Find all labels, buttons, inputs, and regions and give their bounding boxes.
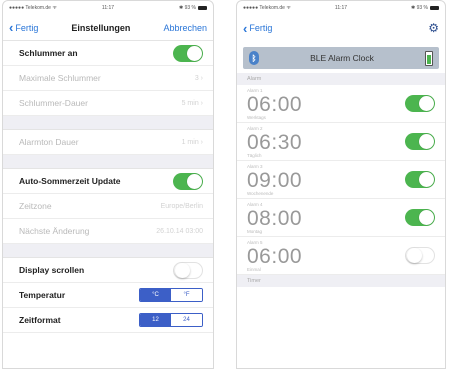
alarm-row[interactable]: Alarm 1 06:00 Werktags — [237, 85, 445, 123]
alarm-label: Alarm 4 — [247, 202, 263, 207]
settings-row-snooze-duration[interactable]: Schlummer-Dauer 5 min › — [3, 91, 213, 116]
row-label: Zeitzone — [19, 201, 52, 211]
time-format-segmented-control: 12 24 — [139, 313, 203, 327]
alarm-list-screen: ●●●●● Telekom.de ᯤ 11:17 ✱ 93 % ‹ Fertig … — [236, 0, 446, 369]
settings-screen: ●●●●● Telekom.de ᯤ 11:17 ✱ 93 % ‹ Fertig … — [2, 0, 214, 369]
display-scroll-toggle[interactable] — [173, 261, 203, 279]
status-bar: ●●●●● Telekom.de ᯤ 11:17 ✱ 93 % — [237, 1, 445, 15]
battery-indicator: ✱ 93 % — [411, 5, 439, 11]
row-label: Schlummer-Dauer — [19, 98, 88, 108]
done-label: Fertig — [249, 23, 273, 33]
section-header-timer: Timer — [237, 275, 445, 287]
alarm-time: 06:00 — [247, 92, 303, 116]
bluetooth-icon: ᛒ — [249, 51, 259, 65]
row-label: Nächste Änderung — [19, 226, 90, 236]
24h-segment[interactable]: 24 — [171, 314, 202, 326]
alarm-label: Alarm 3 — [247, 164, 263, 169]
settings-row-alarm-duration[interactable]: Alarmton Dauer 1 min › — [3, 130, 213, 155]
settings-row-dst-update: Auto-Sommerzeit Update — [3, 169, 213, 194]
alarm-time: 08:00 — [247, 206, 303, 230]
row-label: Temperatur — [19, 290, 66, 300]
settings-row-max-snooze[interactable]: Maximale Schlummer 3 › — [3, 66, 213, 91]
alarm-repeat: Täglich — [247, 153, 262, 158]
device-banner[interactable]: ᛒ BLE Alarm Clock — [243, 47, 439, 69]
alarm-label: Alarm 1 — [247, 88, 263, 93]
alarm-time: 06:30 — [247, 130, 303, 154]
row-label: Maximale Schlummer — [19, 73, 101, 83]
battery-icon — [430, 5, 439, 10]
celsius-segment[interactable]: °C — [140, 289, 171, 301]
chevron-left-icon: ‹ — [9, 20, 14, 35]
device-battery-icon — [425, 50, 433, 66]
fahrenheit-segment[interactable]: °F — [171, 289, 202, 301]
section-divider — [3, 155, 213, 169]
alarm-toggle[interactable] — [405, 247, 435, 264]
alarm-label: Alarm 2 — [247, 126, 263, 131]
cancel-button[interactable]: Abbrechen — [163, 23, 207, 33]
row-label: Auto-Sommerzeit Update — [19, 176, 121, 186]
settings-row-temperature: Temperatur °C °F — [3, 283, 213, 308]
alarm-time: 09:00 — [247, 168, 303, 192]
carrier-label: ●●●●● Telekom.de ᯤ — [9, 5, 57, 11]
row-value: 26.10.14 03:00 — [156, 227, 203, 235]
section-divider — [3, 244, 213, 258]
page-title: Einstellungen — [71, 22, 131, 33]
battery-indicator: ✱ 93 % — [179, 5, 207, 11]
row-label: Display scrollen — [19, 265, 85, 275]
alarm-repeat: Wochenende — [247, 191, 274, 196]
done-button[interactable]: ‹ Fertig — [9, 20, 39, 35]
section-header-alarm: Alarm — [237, 73, 445, 85]
snooze-toggle[interactable] — [173, 44, 203, 62]
alarm-repeat: Montag — [247, 229, 263, 234]
alarm-label: Alarm 5 — [247, 240, 263, 245]
settings-row-timezone[interactable]: Zeitzone Europe/Berlin — [3, 194, 213, 219]
alarm-time: 06:00 — [247, 244, 303, 268]
chevron-left-icon: ‹ — [243, 20, 248, 36]
row-value: 3 › — [194, 74, 203, 82]
section-divider — [3, 116, 213, 130]
navigation-bar: ‹ Fertig Einstellungen Abbrechen — [3, 15, 213, 41]
row-label: Zeitformat — [19, 315, 61, 325]
alarm-toggle[interactable] — [405, 95, 435, 112]
gear-icon[interactable]: ⚙ — [428, 21, 439, 35]
alarm-row[interactable]: Alarm 4 08:00 Montag — [237, 199, 445, 237]
settings-row-snooze: Schlummer an — [3, 41, 213, 66]
alarm-row[interactable]: Alarm 5 06:00 Einmal — [237, 237, 445, 275]
row-value: 1 min › — [181, 138, 203, 146]
alarm-repeat: Werktags — [247, 115, 266, 120]
done-label: Fertig — [15, 22, 39, 33]
device-name: BLE Alarm Clock — [310, 53, 374, 63]
settings-row-next-change: Nächste Änderung 26.10.14 03:00 — [3, 219, 213, 244]
battery-icon — [198, 5, 207, 10]
row-label: Alarmton Dauer — [19, 137, 79, 147]
dst-toggle[interactable] — [173, 172, 203, 190]
done-button[interactable]: ‹ Fertig — [243, 20, 273, 36]
navigation-bar: ‹ Fertig ⚙ — [237, 15, 445, 41]
settings-row-time-format: Zeitformat 12 24 — [3, 308, 213, 333]
alarm-repeat: Einmal — [247, 267, 261, 272]
alarm-toggle[interactable] — [405, 133, 435, 150]
alarm-toggle[interactable] — [405, 171, 435, 188]
row-value: 5 min › — [181, 99, 203, 107]
temperature-segmented-control: °C °F — [139, 288, 203, 302]
settings-row-display-scroll: Display scrollen — [3, 258, 213, 283]
12h-segment[interactable]: 12 — [140, 314, 171, 326]
battery-label: ✱ 93 % — [411, 5, 428, 11]
status-bar: ●●●●● Telekom.de ᯤ 11:17 ✱ 93 % — [3, 1, 213, 15]
carrier-label: ●●●●● Telekom.de ᯤ — [243, 5, 291, 11]
alarm-toggle[interactable] — [405, 209, 435, 226]
row-value: Europe/Berlin — [160, 202, 203, 210]
alarm-row[interactable]: Alarm 2 06:30 Täglich — [237, 123, 445, 161]
battery-label: ✱ 93 % — [179, 5, 196, 11]
alarm-row[interactable]: Alarm 3 09:00 Wochenende — [237, 161, 445, 199]
row-label: Schlummer an — [19, 48, 78, 58]
